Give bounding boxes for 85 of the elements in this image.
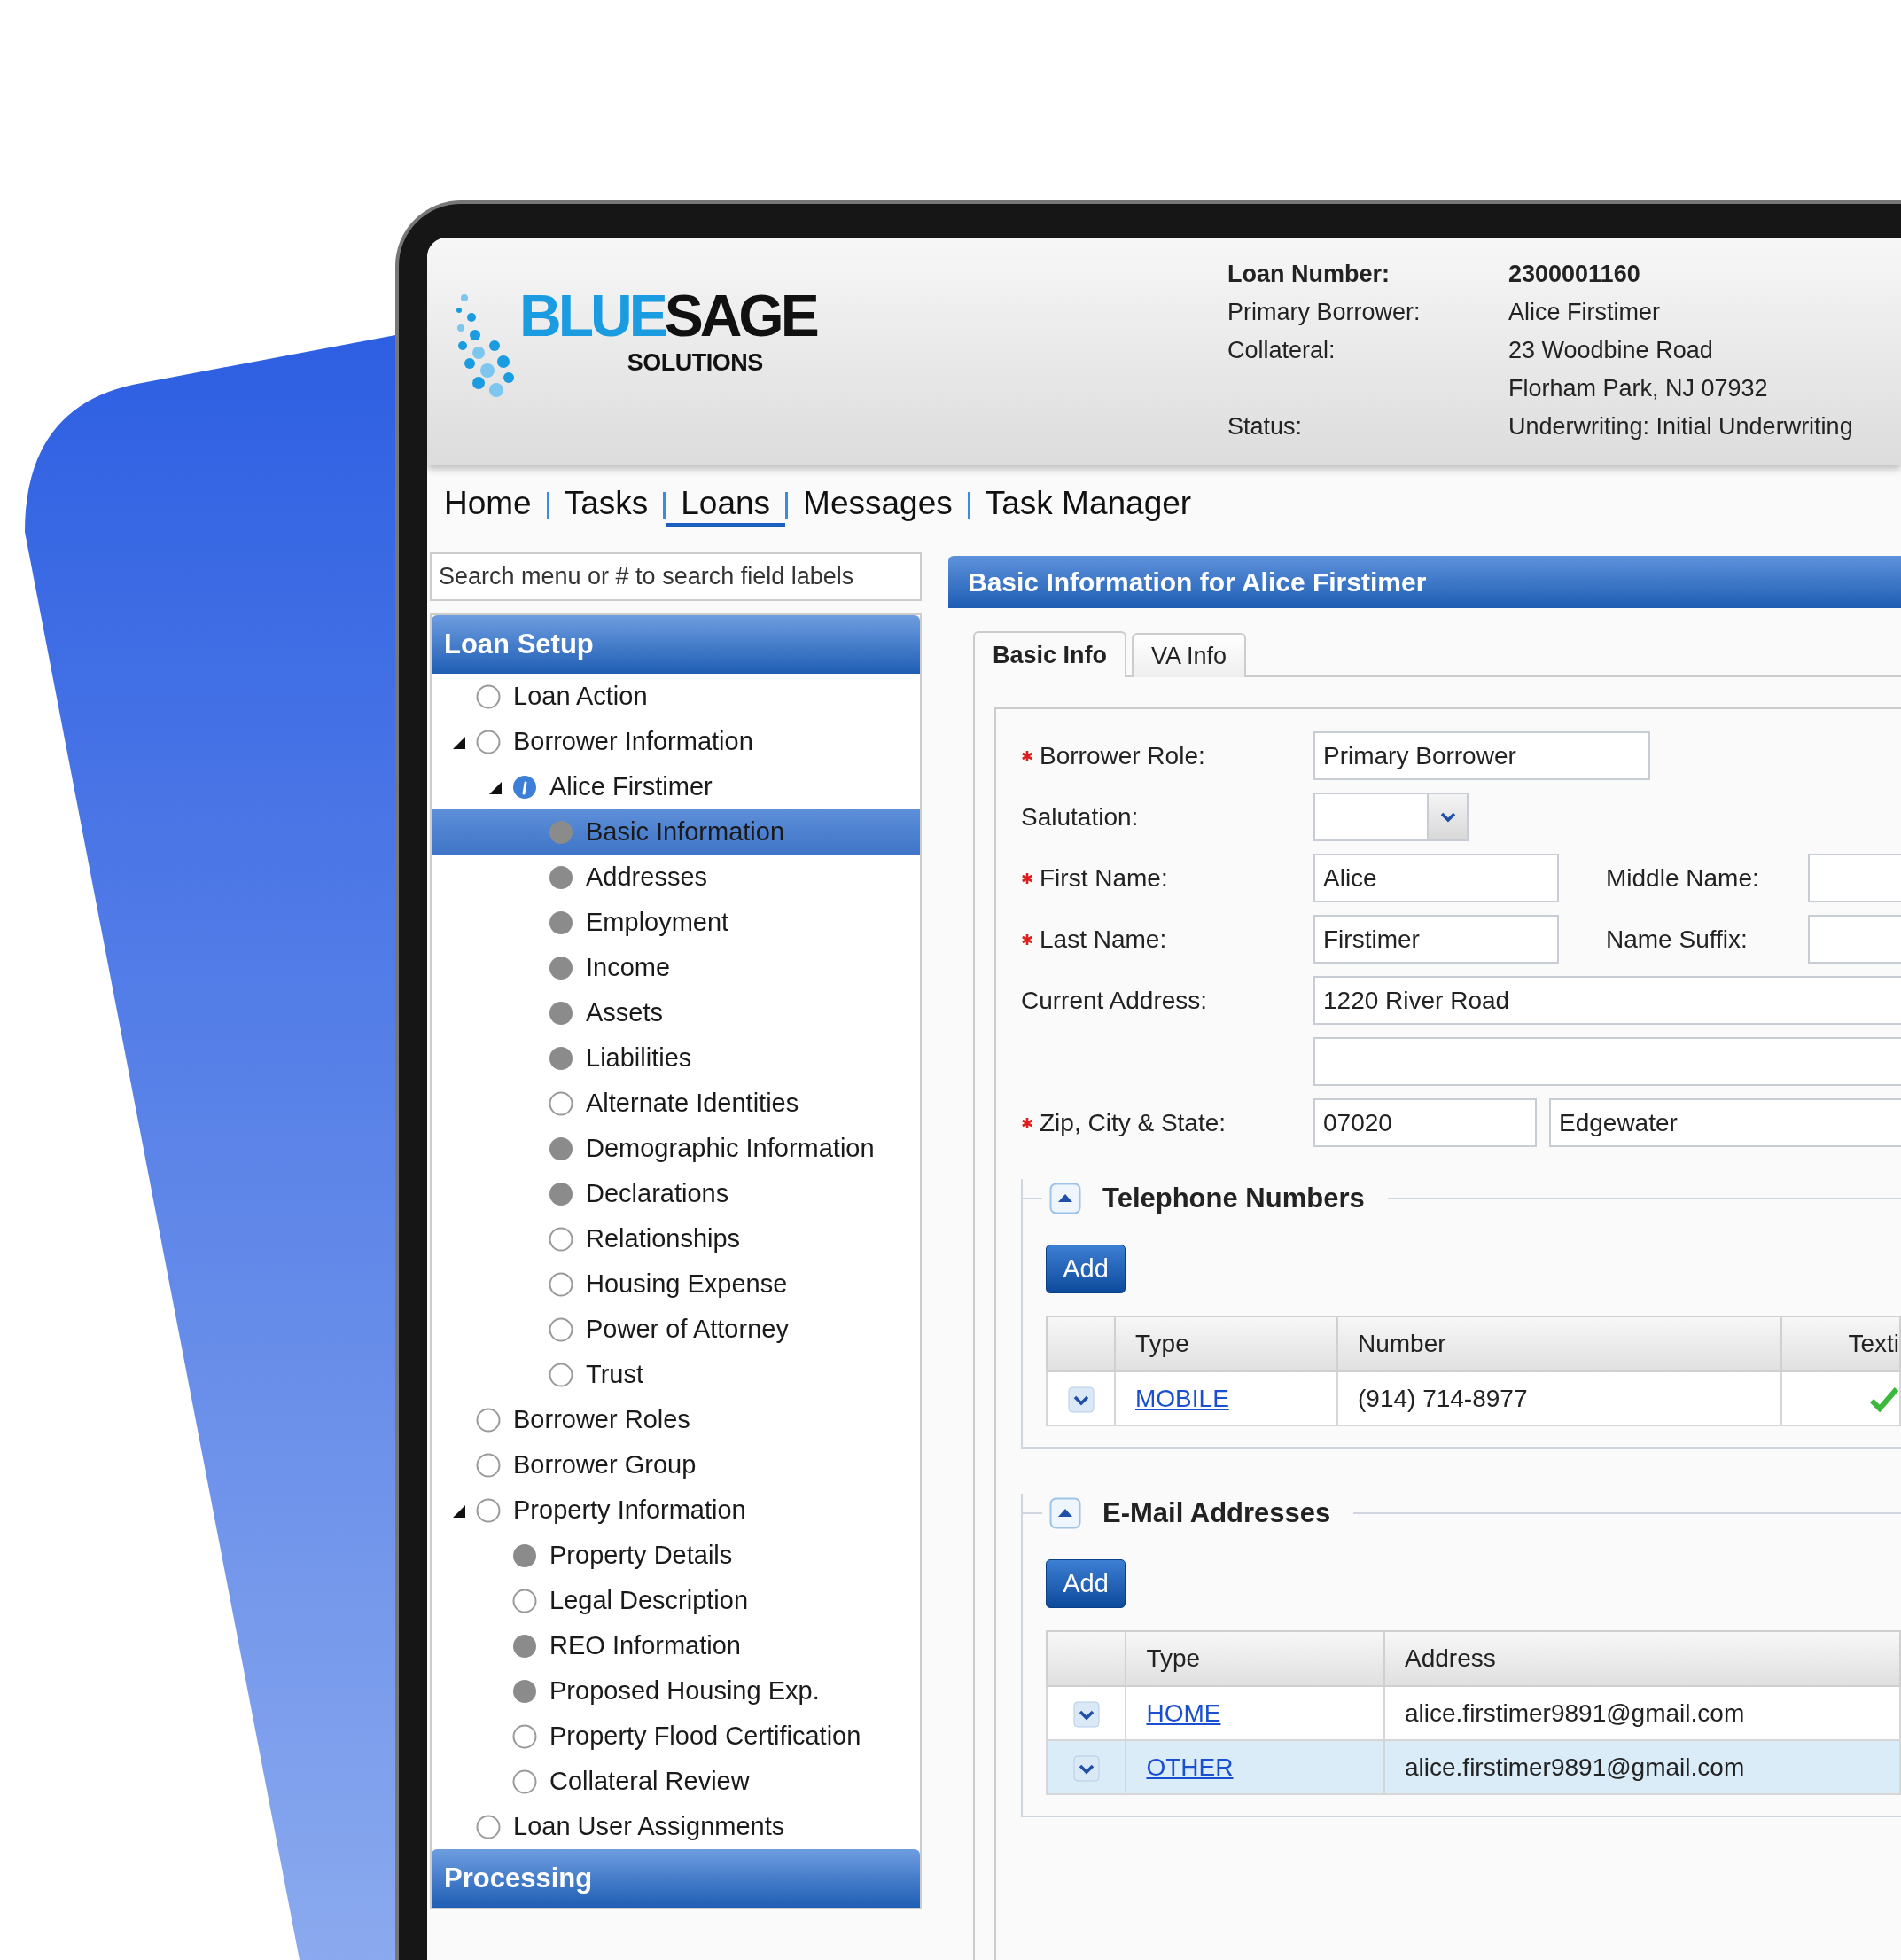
table-cell: (914) 714-8977	[1358, 1384, 1528, 1412]
info-label: Loan Number:	[1227, 260, 1391, 289]
field-label: First Name:	[1040, 863, 1168, 894]
tree-item[interactable]: Loan User Assignments	[432, 1804, 920, 1849]
collapse-toggle-icon[interactable]	[1049, 1497, 1081, 1529]
info-value: Florham Park, NJ 07932	[1508, 374, 1769, 403]
add-button[interactable]: Add	[1046, 1559, 1126, 1608]
nav-link[interactable]: Tasks	[549, 484, 664, 527]
type-link[interactable]: OTHER	[1146, 1753, 1234, 1781]
column-header: Type	[1146, 1644, 1201, 1672]
info-value: Alice Firstimer	[1508, 298, 1661, 327]
column-header: Address	[1405, 1644, 1496, 1672]
input-field[interactable]: 07020	[1313, 1098, 1537, 1147]
tree-item[interactable]: Income	[432, 945, 920, 990]
tree-item[interactable]: Alternate Identities	[432, 1081, 920, 1126]
field-label: Salutation:	[1021, 801, 1139, 832]
info-value: 23 Woodbine Road	[1508, 336, 1714, 365]
section-title: Telephone Numbers	[1102, 1181, 1365, 1215]
tree-item[interactable]: Property Flood Certification	[432, 1714, 920, 1759]
tree-item[interactable]: Liabilities	[432, 1035, 920, 1081]
nav-link[interactable]: Task Manager	[970, 484, 1207, 527]
collapse-toggle-icon[interactable]	[1049, 1183, 1081, 1214]
info-value: 2300001160	[1508, 260, 1641, 289]
info-label: Primary Borrower:	[1227, 298, 1422, 327]
field-label: Borrower Role:	[1040, 740, 1205, 771]
select-field[interactable]	[1313, 793, 1469, 841]
field-label: Last Name:	[1040, 924, 1167, 955]
field-label: Middle Name:	[1606, 863, 1760, 894]
tree-item[interactable]: Employment	[432, 900, 920, 945]
tab[interactable]: Basic Info	[973, 631, 1127, 677]
table-cell: alice.firstimer9891@gmail.com	[1405, 1698, 1745, 1727]
chevron-down-icon[interactable]	[1072, 1755, 1100, 1783]
input-field[interactable]	[1313, 1037, 1901, 1086]
chevron-down-icon[interactable]	[1067, 1386, 1095, 1414]
field-label: Name Suffix:	[1606, 924, 1749, 955]
tree-item[interactable]: Property Information	[432, 1488, 920, 1533]
tab[interactable]: VA Info	[1132, 633, 1247, 677]
search-field[interactable]: Search menu or # to search field labels	[430, 552, 922, 601]
tree-item[interactable]: Borrower Information	[432, 719, 920, 764]
input-field[interactable]	[1808, 915, 1901, 964]
input-field[interactable]: Edgewater	[1549, 1098, 1901, 1147]
logo-wordmark: BLUESAGE	[519, 286, 816, 345]
input-field[interactable]	[1808, 854, 1901, 902]
column-header: Type	[1135, 1330, 1189, 1357]
tree-item[interactable]: Legal Description	[432, 1578, 920, 1623]
tree-item[interactable]: Demographic Information	[432, 1126, 920, 1171]
tree-item[interactable]: Collateral Review	[432, 1759, 920, 1804]
section-header[interactable]: Loan Setup	[432, 615, 920, 674]
add-button[interactable]: Add	[1046, 1245, 1126, 1293]
input-field[interactable]: 1220 River Road	[1313, 976, 1901, 1025]
tree-item[interactable]: Basic Information	[432, 809, 920, 855]
info-label: Status:	[1227, 412, 1304, 441]
tree-item[interactable]: Declarations	[432, 1171, 920, 1216]
chevron-down-icon	[1438, 810, 1457, 824]
tree-item[interactable]: Property Details	[432, 1533, 920, 1578]
tree-item[interactable]: Assets	[432, 990, 920, 1035]
input-field[interactable]: Alice	[1313, 854, 1559, 902]
input-field[interactable]: Primary Borrower	[1313, 731, 1650, 780]
panel-title: Basic Information for Alice Firstimer	[948, 556, 1901, 608]
type-link[interactable]: HOME	[1146, 1698, 1221, 1727]
tree-item[interactable]: Alice Firstimer	[432, 764, 920, 809]
table-cell: alice.firstimer9891@gmail.com	[1405, 1753, 1745, 1781]
column-header: Texti	[1848, 1330, 1899, 1357]
nav-link[interactable]: Home	[429, 484, 547, 527]
section-header[interactable]: Processing	[432, 1849, 920, 1908]
tree-item[interactable]: Proposed Housing Exp.	[432, 1668, 920, 1714]
tree-item[interactable]: Addresses	[432, 855, 920, 900]
tree-item[interactable]: Borrower Roles	[432, 1397, 920, 1442]
tree-item[interactable]: REO Information	[432, 1623, 920, 1668]
field-label: Current Address:	[1021, 985, 1208, 1016]
info-label: Collateral:	[1227, 336, 1336, 365]
nav-link[interactable]: Messages	[788, 484, 968, 527]
chevron-down-icon[interactable]	[1072, 1701, 1100, 1729]
section-title: E-Mail Addresses	[1102, 1495, 1331, 1530]
tree-item[interactable]: Power of Attorney	[432, 1307, 920, 1352]
tree-item[interactable]: Borrower Group	[432, 1442, 920, 1488]
tree-item[interactable]: Relationships	[432, 1216, 920, 1261]
input-field[interactable]: Firstimer	[1313, 915, 1559, 964]
field-label: Zip, City & State:	[1040, 1107, 1227, 1138]
column-header: Number	[1358, 1330, 1446, 1357]
tree-item[interactable]: Housing Expense	[432, 1261, 920, 1307]
logo-tagline: SOLUTIONS	[627, 348, 763, 378]
tree-item[interactable]: Trust	[432, 1352, 920, 1397]
tree-item[interactable]: Loan Action	[432, 674, 920, 719]
info-value: Underwriting: Initial Underwriting	[1508, 412, 1853, 441]
